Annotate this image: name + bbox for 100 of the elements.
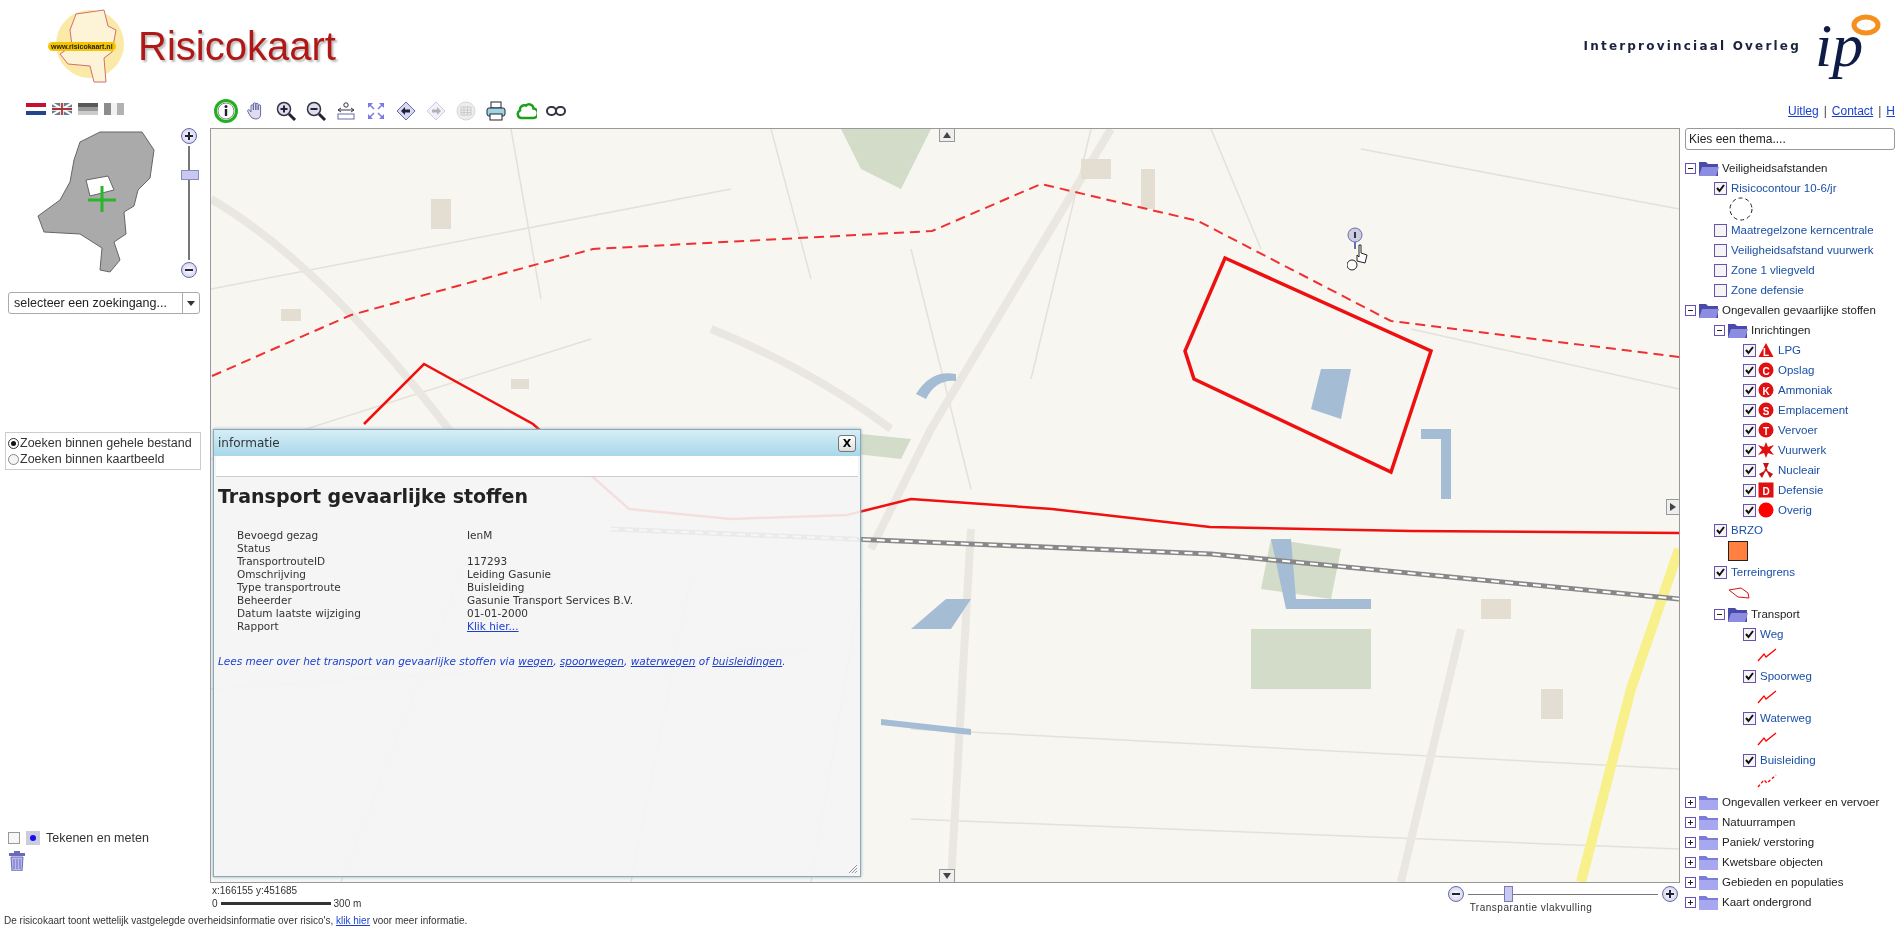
info-icon[interactable]: [214, 99, 238, 123]
back-arrow-icon[interactable]: [394, 99, 418, 123]
layer-checkbox[interactable]: [1743, 669, 1756, 683]
layer-label[interactable]: Weg: [1760, 628, 1784, 640]
expand-toggle[interactable]: [1685, 836, 1696, 848]
collapse-toggle[interactable]: [1714, 608, 1725, 620]
header-link[interactable]: Uitleg: [1788, 104, 1819, 118]
layer-checkbox[interactable]: [1743, 403, 1756, 417]
layer-group-label[interactable]: Inrichtingen: [1751, 324, 1811, 336]
info-link[interactable]: spoorwegen: [559, 655, 624, 667]
pan-right-button[interactable]: [1666, 499, 1679, 515]
layer-checkbox[interactable]: [1714, 523, 1727, 537]
expand-toggle[interactable]: [1685, 816, 1696, 828]
layer-group-label[interactable]: Transport: [1751, 608, 1800, 620]
layer-label[interactable]: Waterweg: [1760, 712, 1812, 724]
point-tool-button[interactable]: [26, 831, 40, 845]
expand-toggle[interactable]: [1685, 896, 1696, 908]
layer-checkbox[interactable]: [1743, 463, 1756, 477]
radio-label[interactable]: Zoeken binnen kaartbeeld: [20, 452, 165, 466]
layer-checkbox[interactable]: [1714, 243, 1727, 257]
layer-checkbox[interactable]: [1743, 363, 1756, 377]
theme-dropdown[interactable]: Kies een thema....: [1685, 128, 1895, 150]
zoom-slider-thumb[interactable]: [181, 169, 199, 180]
decrease-button[interactable]: [1448, 886, 1464, 902]
layer-checkbox[interactable]: [1743, 627, 1756, 641]
resize-grip-icon[interactable]: [848, 864, 858, 874]
layer-label[interactable]: Zone defensie: [1731, 284, 1804, 296]
printer-icon[interactable]: [484, 99, 508, 123]
layer-label[interactable]: Ammoniak: [1778, 384, 1833, 396]
expand-toggle[interactable]: [1685, 856, 1696, 868]
layer-label[interactable]: Vuurwerk: [1778, 444, 1827, 456]
layer-label[interactable]: Spoorweg: [1760, 670, 1812, 682]
british-flag-icon[interactable]: [52, 103, 72, 115]
drawing-checkbox[interactable]: [8, 832, 20, 844]
layer-checkbox[interactable]: [1743, 443, 1756, 457]
search-dropdown[interactable]: selecteer een zoekingang...: [8, 292, 200, 314]
layer-checkbox[interactable]: [1743, 711, 1756, 725]
field-label: Type transportroute: [237, 581, 342, 594]
ruler-icon[interactable]: [334, 99, 358, 123]
trash-icon[interactable]: [8, 851, 26, 871]
footer-link[interactable]: klik hier: [336, 915, 370, 926]
dutch-flag-icon[interactable]: [26, 103, 46, 115]
zoom-in-button[interactable]: [181, 128, 197, 144]
zoom-out-button[interactable]: [181, 262, 197, 278]
layer-checkbox[interactable]: [1743, 483, 1756, 497]
radio-button[interactable]: [8, 437, 19, 449]
layer-checkbox[interactable]: [1714, 283, 1727, 297]
layer-label[interactable]: Risicocontour 10-6/jr: [1731, 182, 1837, 194]
layer-checkbox[interactable]: [1714, 565, 1727, 579]
collapse-toggle[interactable]: [1685, 162, 1696, 174]
layer-checkbox[interactable]: [1743, 423, 1756, 437]
layer-checkbox[interactable]: [1714, 223, 1727, 237]
layer-group-label[interactable]: Paniek/ verstoring: [1722, 836, 1815, 848]
close-button[interactable]: X: [838, 434, 856, 452]
layer-group-label[interactable]: Kwetsbare objecten: [1722, 856, 1823, 868]
pan-up-button[interactable]: [939, 129, 955, 142]
drawing-tools-label: Tekenen en meten: [46, 831, 149, 845]
info-link[interactable]: buisleidingen: [712, 655, 783, 667]
layer-label[interactable]: Defensie: [1778, 484, 1824, 496]
layer-group-label[interactable]: Gebieden en populaties: [1722, 876, 1844, 888]
collapse-toggle[interactable]: [1714, 324, 1725, 336]
increase-button[interactable]: [1662, 886, 1678, 902]
collapse-toggle[interactable]: [1685, 304, 1696, 316]
report-link[interactable]: Klik hier...: [467, 620, 519, 632]
layer-label[interactable]: BRZO: [1731, 524, 1763, 536]
layer-label[interactable]: Maatregelzone kerncentrale: [1731, 224, 1874, 236]
layer-label[interactable]: Overig: [1778, 504, 1812, 516]
zoom-in-icon[interactable]: [274, 99, 298, 123]
layer-group-label[interactable]: Veiligheidsafstanden: [1722, 162, 1828, 174]
transparency-slider-thumb[interactable]: [1503, 885, 1513, 902]
zoom-out-icon[interactable]: [304, 99, 328, 123]
expand-toggle[interactable]: [1685, 876, 1696, 888]
layer-checkbox[interactable]: [1743, 753, 1756, 767]
expand-toggle[interactable]: [1685, 796, 1696, 808]
layer-checkbox[interactable]: [1743, 343, 1756, 357]
pan-down-button[interactable]: [939, 869, 955, 882]
layer-label[interactable]: Emplacement: [1778, 404, 1849, 416]
radio-button[interactable]: [8, 453, 19, 465]
header-link[interactable]: H: [1886, 104, 1895, 118]
layer-label[interactable]: Buisleiding: [1760, 754, 1816, 766]
layer-checkbox[interactable]: [1743, 383, 1756, 397]
layer-checkbox[interactable]: [1714, 181, 1727, 195]
info-link[interactable]: waterwegen: [630, 655, 696, 667]
layer-group-label[interactable]: Natuurrampen: [1722, 816, 1796, 828]
layer-label[interactable]: LPG: [1778, 344, 1801, 356]
layer-label[interactable]: Terreingrens: [1731, 566, 1795, 578]
folder-icon: [1698, 893, 1720, 911]
layer-label[interactable]: Vervoer: [1778, 424, 1818, 436]
layer-group-label[interactable]: Kaart ondergrond: [1722, 896, 1812, 908]
layer-checkbox[interactable]: [1743, 503, 1756, 517]
radio-label[interactable]: Zoeken binnen gehele bestand: [20, 436, 192, 450]
layer-group-label[interactable]: Ongevallen verkeer en vervoer: [1722, 796, 1880, 808]
layer-label[interactable]: Opslag: [1778, 364, 1815, 376]
layer-checkbox[interactable]: [1714, 263, 1727, 277]
layer-group-label[interactable]: Ongevallen gevaarlijke stoffen: [1722, 304, 1876, 316]
layer-label[interactable]: Nucleair: [1778, 464, 1821, 476]
layer-label[interactable]: Veiligheidsafstand vuurwerk: [1731, 244, 1874, 256]
layer-label[interactable]: Zone 1 vliegveld: [1731, 264, 1815, 276]
header-link[interactable]: Contact: [1831, 104, 1874, 118]
info-pin-icon[interactable]: [1347, 227, 1369, 271]
